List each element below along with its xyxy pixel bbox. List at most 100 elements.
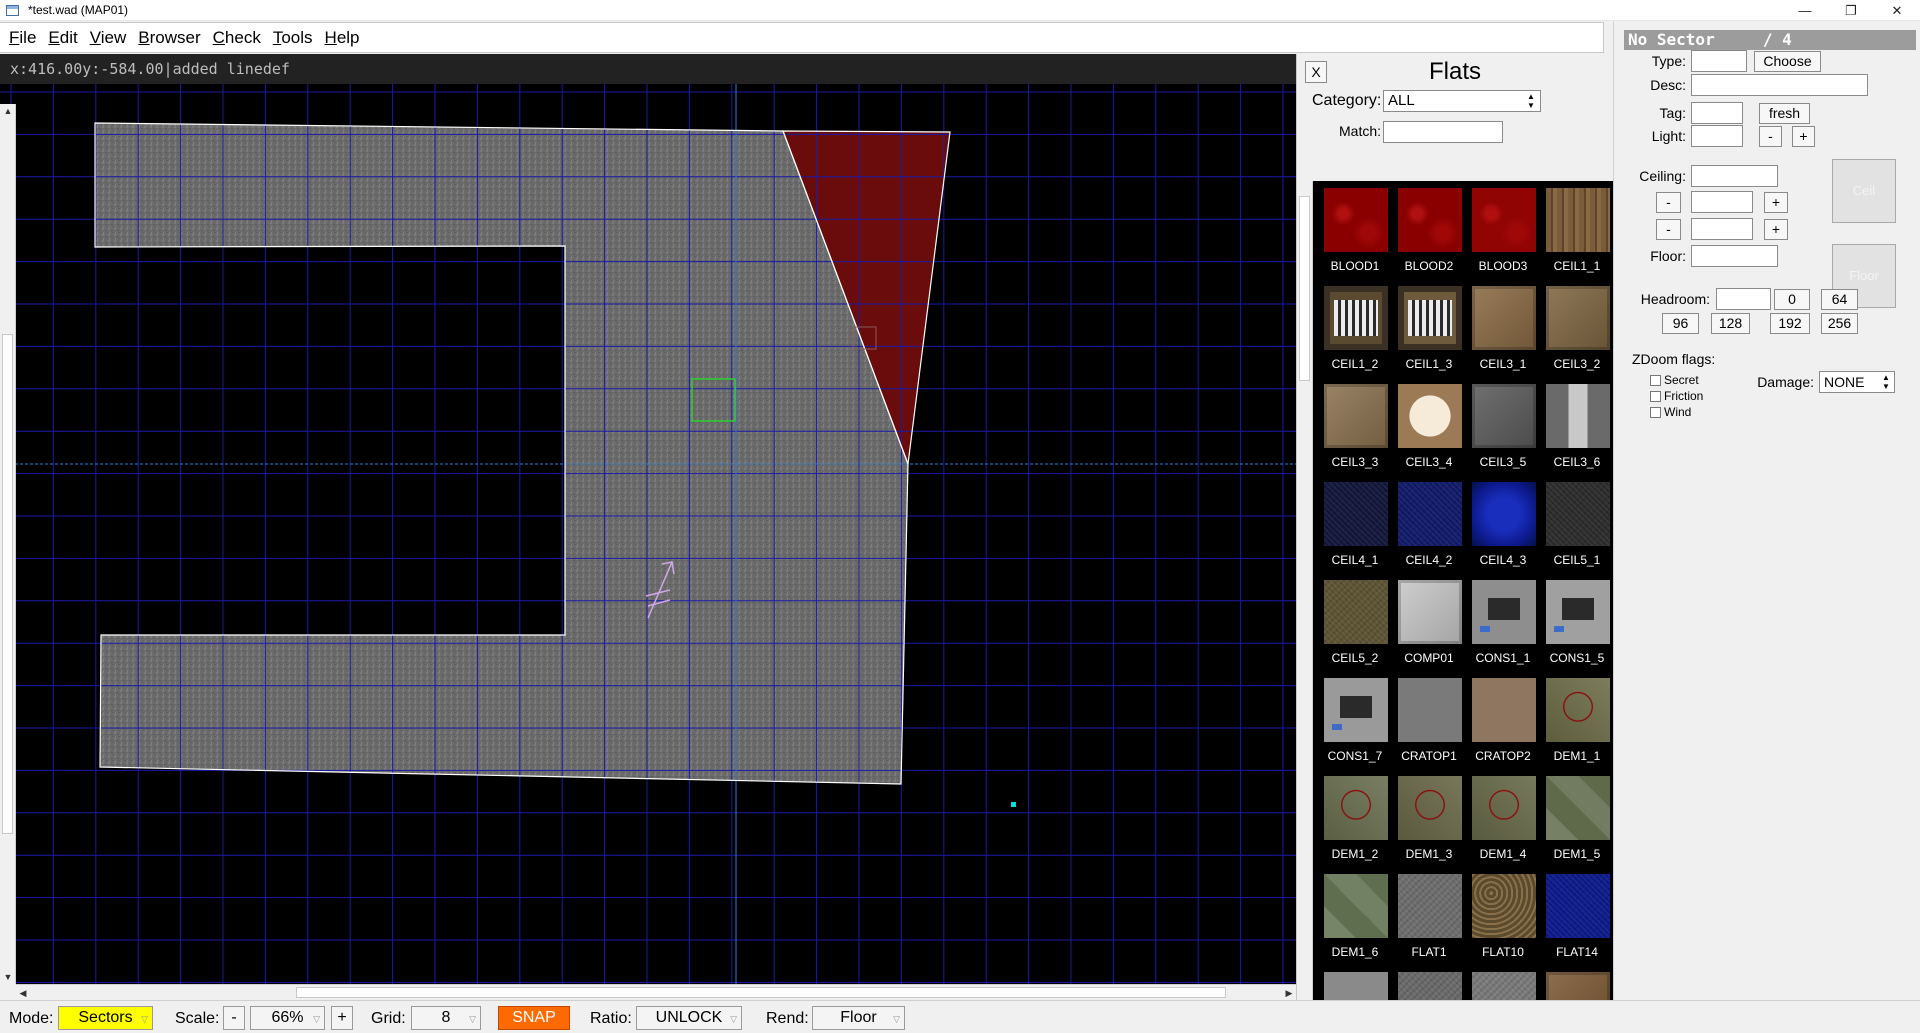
flat-tile[interactable]: CEIL4_2 bbox=[1392, 477, 1466, 575]
friction-checkbox[interactable]: Friction bbox=[1650, 389, 1703, 403]
flat-tile[interactable]: CONS1_1 bbox=[1466, 575, 1540, 673]
flat-texture-thumbnail[interactable] bbox=[1546, 972, 1610, 1000]
light-input[interactable] bbox=[1691, 125, 1743, 147]
menu-check[interactable]: Check bbox=[213, 28, 261, 48]
flat-texture-thumbnail[interactable] bbox=[1324, 678, 1388, 742]
flat-texture-thumbnail[interactable] bbox=[1472, 482, 1536, 546]
flat-tile[interactable]: COMP01 bbox=[1392, 575, 1466, 673]
flat-texture-thumbnail[interactable] bbox=[1472, 188, 1536, 252]
map-vertical-scrollbar[interactable]: ▲ ▼ bbox=[0, 104, 16, 984]
flat-tile[interactable]: DEM1_2 bbox=[1318, 771, 1392, 869]
flat-tile[interactable]: CRATOP1 bbox=[1392, 673, 1466, 771]
flat-texture-thumbnail[interactable] bbox=[1324, 188, 1388, 252]
ceiling-texture-preview[interactable]: Ceil bbox=[1832, 159, 1896, 223]
flat-tile[interactable]: CEIL4_3 bbox=[1466, 477, 1540, 575]
map-horizontal-scroll-thumb[interactable] bbox=[296, 987, 1226, 998]
map-vertical-scroll-thumb[interactable] bbox=[2, 334, 13, 834]
flat-tile[interactable]: BLOOD3 bbox=[1466, 183, 1540, 281]
wind-checkbox-box[interactable] bbox=[1650, 406, 1661, 418]
flat-tile[interactable]: CEIL1_1 bbox=[1540, 183, 1613, 281]
headroom-96-button[interactable]: 96 bbox=[1662, 313, 1699, 334]
flat-tile[interactable]: BLOOD2 bbox=[1392, 183, 1466, 281]
flat-tile[interactable]: CEIL5_2 bbox=[1318, 575, 1392, 673]
flat-texture-thumbnail[interactable] bbox=[1472, 972, 1536, 1000]
light-increase-button[interactable]: + bbox=[1792, 126, 1815, 147]
flat-tile[interactable]: DEM1_3 bbox=[1392, 771, 1466, 869]
headroom-0-button[interactable]: 0 bbox=[1774, 289, 1810, 310]
scale-increase-button[interactable]: + bbox=[331, 1006, 353, 1030]
menu-tools[interactable]: Tools bbox=[273, 28, 313, 48]
flat-texture-thumbnail[interactable] bbox=[1324, 384, 1388, 448]
flat-tile[interactable]: BLOOD1 bbox=[1318, 183, 1392, 281]
menu-edit[interactable]: Edit bbox=[48, 28, 77, 48]
flat-texture-thumbnail[interactable] bbox=[1398, 678, 1462, 742]
scale-select[interactable]: 66% ▽ bbox=[250, 1006, 325, 1030]
flat-tile[interactable]: CEIL3_1 bbox=[1466, 281, 1540, 379]
friction-checkbox-box[interactable] bbox=[1650, 390, 1661, 402]
close-window-button[interactable]: ✕ bbox=[1874, 0, 1920, 21]
floor-decrease-button[interactable]: - bbox=[1656, 219, 1681, 240]
scroll-down-arrow-icon[interactable]: ▼ bbox=[0, 970, 16, 984]
scroll-up-arrow-icon[interactable]: ▲ bbox=[0, 104, 16, 118]
flat-texture-thumbnail[interactable] bbox=[1398, 874, 1462, 938]
flat-tile[interactable]: CEIL1_2 bbox=[1318, 281, 1392, 379]
category-select[interactable]: ALL ▲ ▼ bbox=[1383, 90, 1541, 112]
flat-tile[interactable]: CONS1_5 bbox=[1540, 575, 1613, 673]
flats-scrollbar[interactable] bbox=[1297, 181, 1313, 1000]
flat-texture-thumbnail[interactable] bbox=[1398, 972, 1462, 1000]
close-browser-button[interactable]: X bbox=[1305, 61, 1327, 83]
flat-texture-thumbnail[interactable] bbox=[1546, 678, 1610, 742]
flat-tile[interactable]: CONS1_7 bbox=[1318, 673, 1392, 771]
snap-toggle[interactable]: SNAP bbox=[498, 1006, 570, 1030]
flat-texture-thumbnail[interactable] bbox=[1398, 384, 1462, 448]
scroll-right-arrow-icon[interactable]: ▶ bbox=[1282, 985, 1296, 1001]
flat-tile[interactable]: CEIL1_3 bbox=[1392, 281, 1466, 379]
flat-texture-thumbnail[interactable] bbox=[1546, 384, 1610, 448]
menu-browser[interactable]: Browser bbox=[138, 28, 200, 48]
flats-scroll-thumb[interactable] bbox=[1299, 196, 1310, 381]
match-input[interactable] bbox=[1383, 121, 1503, 143]
headroom-192-button[interactable]: 192 bbox=[1770, 313, 1810, 334]
maximize-button[interactable]: ❐ bbox=[1828, 0, 1874, 21]
flat-tile[interactable]: CEIL3_2 bbox=[1540, 281, 1613, 379]
floor-tex-input[interactable] bbox=[1691, 245, 1778, 267]
flat-texture-thumbnail[interactable] bbox=[1324, 776, 1388, 840]
map-canvas[interactable] bbox=[0, 84, 1296, 984]
flat-texture-thumbnail[interactable] bbox=[1324, 482, 1388, 546]
render-select[interactable]: Floor ▽ bbox=[812, 1006, 905, 1030]
flat-tile[interactable]: CEIL4_1 bbox=[1318, 477, 1392, 575]
flat-texture-thumbnail[interactable] bbox=[1546, 776, 1610, 840]
flat-tile[interactable]: CEIL5_1 bbox=[1540, 477, 1613, 575]
headroom-input[interactable] bbox=[1716, 288, 1771, 310]
flat-tile[interactable] bbox=[1466, 967, 1540, 1000]
ceiling-tex-input[interactable] bbox=[1691, 165, 1778, 187]
scroll-left-arrow-icon[interactable]: ◀ bbox=[16, 985, 30, 1001]
ceiling-increase-button[interactable]: + bbox=[1764, 192, 1788, 213]
flat-texture-thumbnail[interactable] bbox=[1324, 874, 1388, 938]
flat-texture-thumbnail[interactable] bbox=[1472, 776, 1536, 840]
flat-tile[interactable]: CRATOP2 bbox=[1466, 673, 1540, 771]
flat-texture-thumbnail[interactable] bbox=[1398, 776, 1462, 840]
menu-view[interactable]: View bbox=[90, 28, 127, 48]
flat-tile[interactable]: DEM1_1 bbox=[1540, 673, 1613, 771]
flat-tile[interactable]: CEIL3_3 bbox=[1318, 379, 1392, 477]
scale-decrease-button[interactable]: - bbox=[223, 1006, 245, 1030]
flat-texture-thumbnail[interactable] bbox=[1398, 286, 1462, 350]
flat-texture-thumbnail[interactable] bbox=[1472, 286, 1536, 350]
ceiling-height-input[interactable] bbox=[1691, 191, 1753, 213]
flat-texture-thumbnail[interactable] bbox=[1398, 482, 1462, 546]
flat-tile[interactable]: DEM1_4 bbox=[1466, 771, 1540, 869]
flat-tile[interactable]: FLAT10 bbox=[1466, 869, 1540, 967]
flat-tile[interactable]: CEIL3_6 bbox=[1540, 379, 1613, 477]
flat-tile[interactable]: DEM1_5 bbox=[1540, 771, 1613, 869]
flat-texture-thumbnail[interactable] bbox=[1324, 580, 1388, 644]
type-input[interactable] bbox=[1691, 50, 1747, 72]
flat-texture-thumbnail[interactable] bbox=[1324, 286, 1388, 350]
ceiling-decrease-button[interactable]: - bbox=[1656, 192, 1681, 213]
flat-tile[interactable]: FLAT14 bbox=[1540, 869, 1613, 967]
flat-tile[interactable] bbox=[1318, 967, 1392, 1000]
light-decrease-button[interactable]: - bbox=[1759, 126, 1782, 147]
flat-texture-thumbnail[interactable] bbox=[1324, 972, 1388, 1000]
menu-help[interactable]: Help bbox=[325, 28, 360, 48]
flat-tile[interactable]: DEM1_6 bbox=[1318, 869, 1392, 967]
